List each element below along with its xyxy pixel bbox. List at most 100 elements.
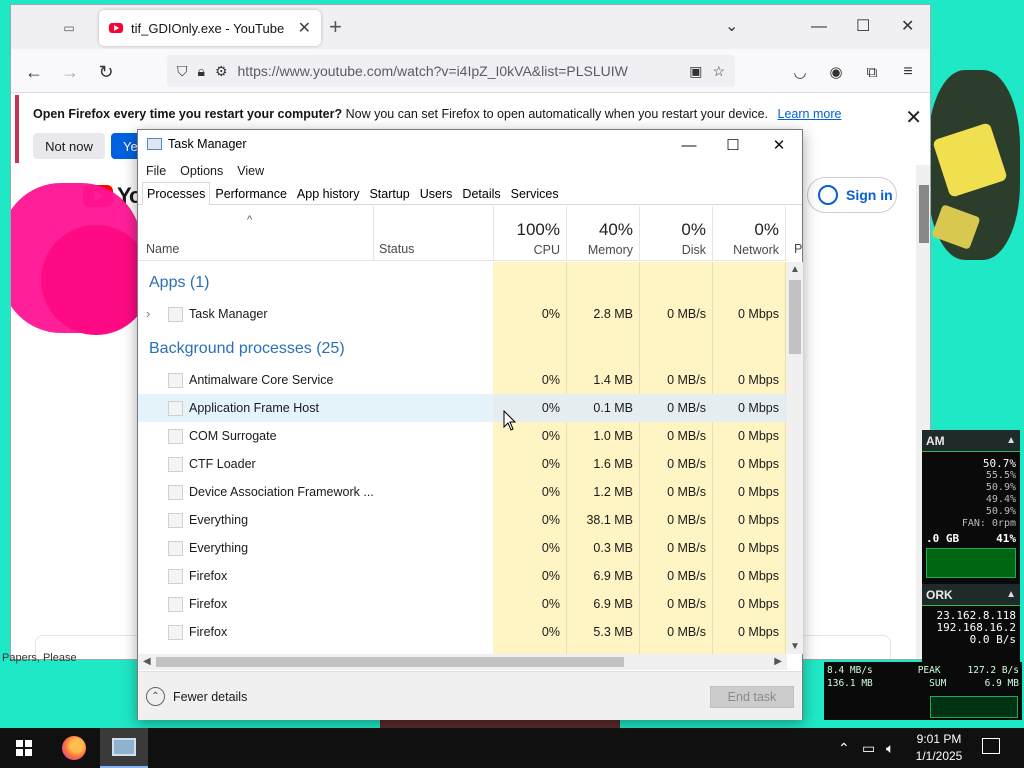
taskbar-task-manager[interactable] <box>100 728 148 768</box>
process-row[interactable]: Firefox 0% 6.9 MB 0 MB/s 0 Mbps <box>138 562 787 590</box>
fewer-details-button[interactable]: ⌃ Fewer details <box>146 687 247 706</box>
tab-processes[interactable]: Processes <box>142 182 211 205</box>
minimize-button[interactable]: — <box>674 134 704 156</box>
picture-in-picture-icon[interactable]: ▣ <box>689 63 702 80</box>
minimize-button[interactable]: — <box>811 15 827 39</box>
not-now-button[interactable]: Not now <box>33 133 105 159</box>
notification-message: Open Firefox every time you restart your… <box>33 107 841 121</box>
notification-center-icon[interactable] <box>982 738 1000 754</box>
new-tab-button[interactable]: + <box>329 15 342 39</box>
process-disk: 0 MB/s <box>667 373 706 387</box>
column-cpu[interactable]: 100% CPU <box>494 220 560 257</box>
expand-chevron-icon[interactable]: › <box>146 306 150 321</box>
bookmark-star-icon[interactable]: ☆ <box>712 63 725 80</box>
menu-view[interactable]: View <box>237 164 264 178</box>
task-manager-titlebar[interactable]: Task Manager — ☐ ✕ <box>138 130 802 160</box>
process-row-hovered[interactable]: Application Frame Host 0% 0.1 MB 0 MB/s … <box>138 394 787 422</box>
menu-file[interactable]: File <box>146 164 166 178</box>
maximize-button[interactable]: ☐ <box>856 15 870 39</box>
horizontal-scrollbar-thumb[interactable] <box>156 657 624 667</box>
lock-icon[interactable]: 🔒︎ <box>198 63 205 80</box>
process-row[interactable]: Device Association Framework ... 0% 1.2 … <box>138 478 787 506</box>
process-row[interactable]: › Task Manager 0% 2.8 MB 0 MB/s 0 Mbps <box>138 300 787 328</box>
sum-value: 6.9 MB <box>984 678 1019 689</box>
show-hidden-icons-chevron-icon[interactable]: ⌃ <box>838 740 850 757</box>
process-row[interactable]: Firefox 0% 5.3 MB 0 MB/s 0 Mbps <box>138 618 787 646</box>
browser-tab-youtube[interactable]: tif_GDIOnly.exe - YouTube ✕ <box>99 10 321 46</box>
net-peak-row: 8.4 MB/s PEAK 127.2 B/s <box>827 664 1019 677</box>
tab-details[interactable]: Details <box>457 182 505 204</box>
close-notification-icon[interactable]: ✕ <box>905 105 922 130</box>
tab-services[interactable]: Services <box>506 182 564 204</box>
horizontal-scrollbar[interactable]: ◀ ▶ <box>138 654 787 670</box>
disk-label: Disk <box>681 243 706 257</box>
column-status[interactable]: Status <box>379 242 414 256</box>
shield-icon[interactable]: ⛉ <box>177 63 188 80</box>
scroll-left-arrow-icon[interactable]: ◀ <box>143 656 151 667</box>
sign-in-button[interactable]: Sign in <box>807 177 897 213</box>
desktop-caption: Papers, Please <box>2 652 77 664</box>
scroll-down-arrow-icon[interactable]: ▼ <box>790 641 800 652</box>
learn-more-link[interactable]: Learn more <box>778 107 842 121</box>
menu-hamburger-icon[interactable]: ≡ <box>895 59 921 85</box>
maximize-button[interactable]: ☐ <box>718 134 748 156</box>
column-power-truncated[interactable]: P <box>794 242 802 256</box>
pocket-icon[interactable]: ◡ <box>787 59 813 85</box>
collapse-arrow-icon[interactable]: ▲ <box>1006 589 1016 600</box>
taskbar-clock[interactable]: 9:01 PM 1/1/2025 <box>910 731 968 765</box>
scroll-right-arrow-icon[interactable]: ▶ <box>774 656 782 667</box>
extensions-icon[interactable]: ⧉ <box>859 59 885 85</box>
sign-in-label: Sign in <box>846 187 893 203</box>
collapse-arrow-icon[interactable]: ▲ <box>1006 435 1016 446</box>
column-memory[interactable]: 40% Memory <box>567 220 633 257</box>
process-row[interactable]: COM Surrogate 0% 1.0 MB 0 MB/s 0 Mbps <box>138 422 787 450</box>
forward-button[interactable]: → <box>57 59 83 85</box>
url-text[interactable]: https://www.youtube.com/watch?v=i4IpZ_I0… <box>238 63 680 79</box>
reload-button[interactable]: ↻ <box>93 59 119 85</box>
process-row[interactable]: Everything 0% 38.1 MB 0 MB/s 0 Mbps <box>138 506 787 534</box>
firefox-tab-bar: ▭ tif_GDIOnly.exe - YouTube ✕ + ⌄ — ☐ ✕ <box>11 5 930 49</box>
process-row[interactable]: Antimalware Core Service 0% 1.4 MB 0 MB/… <box>138 366 787 394</box>
tab-startup[interactable]: Startup <box>364 182 414 204</box>
process-memory: 1.0 MB <box>593 429 633 443</box>
permissions-icon[interactable]: ⚙ <box>215 63 228 80</box>
tab-users[interactable]: Users <box>415 182 458 204</box>
tab-list-icon[interactable]: ▭ <box>55 15 83 41</box>
process-icon <box>168 597 183 612</box>
process-row[interactable]: Everything 0% 0.3 MB 0 MB/s 0 Mbps <box>138 534 787 562</box>
memory-label: Memory <box>587 243 633 257</box>
network-icon[interactable]: ▭ <box>862 740 875 757</box>
page-scrollbar-thumb[interactable] <box>919 185 929 243</box>
process-network: 0 Mbps <box>738 401 779 415</box>
process-network: 0 Mbps <box>738 307 779 321</box>
column-name[interactable]: Name <box>146 242 179 256</box>
process-name: Antimalware Core Service <box>189 373 334 387</box>
process-network: 0 Mbps <box>738 513 779 527</box>
process-memory: 1.2 MB <box>593 485 633 499</box>
back-button[interactable]: ← <box>21 59 47 85</box>
scroll-up-arrow-icon[interactable]: ▲ <box>790 264 800 275</box>
tab-performance[interactable]: Performance <box>210 182 292 204</box>
process-name: Everything <box>189 541 249 555</box>
end-task-button[interactable]: End task <box>710 686 794 708</box>
tab-overflow-chevron-icon[interactable]: ⌄ <box>725 15 738 39</box>
url-bar[interactable]: ⛉ 🔒︎ ⚙ https://www.youtube.com/watch?v=i… <box>167 55 735 87</box>
process-row[interactable]: CTF Loader 0% 1.6 MB 0 MB/s 0 Mbps <box>138 450 787 478</box>
start-button[interactable] <box>0 728 48 768</box>
taskbar-firefox[interactable] <box>50 728 98 768</box>
process-cpu: 0% <box>541 597 560 611</box>
close-button[interactable]: ✕ <box>764 134 794 156</box>
close-window-button[interactable]: ✕ <box>901 15 914 39</box>
volume-muted-icon[interactable]: 🔈︎ <box>886 740 894 757</box>
vertical-scrollbar-thumb[interactable] <box>789 280 801 354</box>
tab-app-history[interactable]: App history <box>292 182 365 204</box>
vertical-scrollbar[interactable]: ▲ ▼ <box>787 262 803 654</box>
close-tab-icon[interactable]: ✕ <box>298 18 311 38</box>
process-memory: 2.8 MB <box>593 307 633 321</box>
column-disk[interactable]: 0% Disk <box>640 220 706 257</box>
column-network[interactable]: 0% Network <box>713 220 779 257</box>
process-icon <box>168 429 183 444</box>
menu-options[interactable]: Options <box>180 164 223 178</box>
account-icon[interactable]: ◉ <box>823 59 849 85</box>
process-row[interactable]: Firefox 0% 6.9 MB 0 MB/s 0 Mbps <box>138 590 787 618</box>
